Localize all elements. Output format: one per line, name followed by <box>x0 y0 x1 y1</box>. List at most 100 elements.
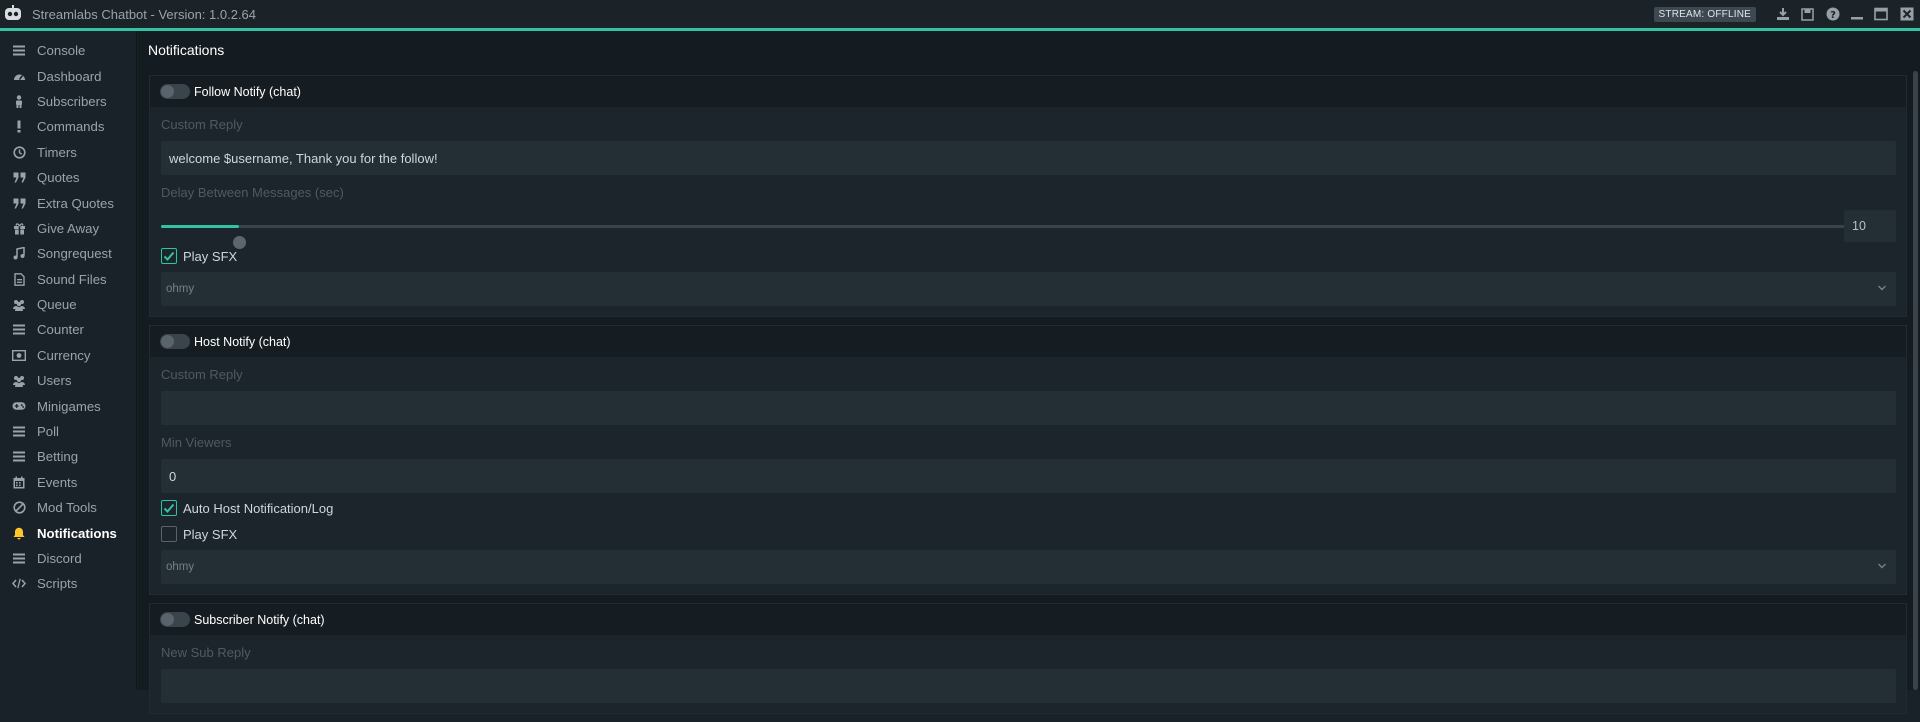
sidebar-item-label: Sound Files <box>37 271 107 287</box>
follow-delay-value-input[interactable]: 10 <box>1844 210 1896 242</box>
sidebar-item-counter[interactable]: Counter <box>0 317 136 342</box>
menu-icon <box>12 44 26 58</box>
gift-icon <box>12 221 26 235</box>
checkmark-icon <box>163 251 175 261</box>
sidebar-item-label: Betting <box>37 449 79 465</box>
menu-icon <box>12 450 26 464</box>
sidebar-item-timers[interactable]: Timers <box>0 140 136 165</box>
sidebar-item-subscribers[interactable]: Subscribers <box>0 89 136 114</box>
notifications-content: Follow Notify (chat) Custom Reply welcom… <box>149 75 1907 722</box>
host-min-viewers-label: Min Viewers <box>161 434 232 450</box>
host-auto-host-checkbox[interactable] <box>161 500 177 516</box>
ban-icon <box>12 501 26 515</box>
minimize-icon[interactable] <box>1846 0 1868 28</box>
sidebar-item-label: Events <box>37 474 78 490</box>
subscriber-new-sub-reply-input[interactable] <box>161 669 1896 703</box>
sidebar-item-console[interactable]: Console <box>0 38 136 63</box>
chevron-down-icon <box>1878 285 1886 291</box>
follow-notify-toggle[interactable] <box>160 84 190 99</box>
host-custom-reply-label: Custom Reply <box>161 366 243 382</box>
host-sound-select[interactable]: ohmy <box>161 550 1896 584</box>
sidebar-item-label: Give Away <box>37 220 100 236</box>
sidebar-item-users[interactable]: Users <box>0 368 136 393</box>
sidebar-item-label: Minigames <box>37 398 101 414</box>
sidebar-item-label: Subscribers <box>37 93 107 109</box>
quote-icon <box>12 171 26 185</box>
host-auto-host-label: Auto Host Notification/Log <box>183 500 334 516</box>
save-icon[interactable] <box>1794 0 1820 28</box>
sidebar-item-minigames[interactable]: Minigames <box>0 393 136 418</box>
exclamation-icon <box>12 120 26 134</box>
subscriber-notify-toggle[interactable] <box>160 612 190 627</box>
sidebar-item-songrequest[interactable]: Songrequest <box>0 241 136 266</box>
sidebar-item-commands[interactable]: Commands <box>0 114 136 139</box>
calendar-icon <box>12 475 26 489</box>
sidebar-item-label: Counter <box>37 322 84 338</box>
sidebar-item-currency[interactable]: Currency <box>0 343 136 368</box>
follow-play-sfx-row[interactable]: Play SFX <box>161 243 1896 269</box>
maximize-icon[interactable] <box>1868 0 1894 28</box>
follow-play-sfx-checkbox[interactable] <box>161 248 177 264</box>
sidebar-item-give-away[interactable]: Give Away <box>0 216 136 241</box>
sidebar-item-mod-tools[interactable]: Mod Tools <box>0 495 136 520</box>
sidebar-item-events[interactable]: Events <box>0 470 136 495</box>
sidebar-item-label: Dashboard <box>37 68 102 84</box>
help-icon[interactable]: ? <box>1820 0 1846 28</box>
sidebar-item-extra-quotes[interactable]: Extra Quotes <box>0 190 136 215</box>
sidebar-item-label: Scripts <box>37 576 78 592</box>
sidebar-item-dashboard[interactable]: Dashboard <box>0 63 136 88</box>
follow-play-sfx-label: Play SFX <box>183 248 238 264</box>
host-min-viewers-input[interactable]: 0 <box>161 459 1896 493</box>
sidebar-item-label: Extra Quotes <box>37 195 114 211</box>
person-icon <box>12 94 26 108</box>
sidebar-item-scripts[interactable]: Scripts <box>0 571 136 596</box>
follow-custom-reply-input[interactable]: welcome $username, Thank you for the fol… <box>161 141 1896 175</box>
follow-delay-slider[interactable] <box>161 225 1846 249</box>
host-auto-host-row[interactable]: Auto Host Notification/Log <box>161 495 1896 521</box>
follow-sound-select[interactable]: ohmy <box>161 272 1896 306</box>
sidebar-item-label: Currency <box>37 347 91 363</box>
host-play-sfx-checkbox[interactable] <box>161 526 177 542</box>
sidebar-item-label: Notifications <box>37 525 117 541</box>
follow-sound-selected: ohmy <box>166 283 195 295</box>
subscriber-notify-header: Subscriber Notify (chat) <box>150 604 1906 635</box>
dashboard-icon <box>12 69 26 83</box>
title-bar: Streamlabs Chatbot - Version: 1.0.2.64 S… <box>0 0 1920 28</box>
sidebar-item-queue[interactable]: Queue <box>0 292 136 317</box>
music-note-icon <box>12 247 26 261</box>
clock-icon <box>12 145 26 159</box>
follow-delay-slider-handle[interactable] <box>232 236 246 249</box>
host-notify-toggle[interactable] <box>160 334 190 349</box>
users-icon <box>12 298 26 312</box>
sidebar-item-poll[interactable]: Poll <box>0 419 136 444</box>
host-custom-reply-input[interactable] <box>161 391 1896 425</box>
sidebar-item-sound-files[interactable]: Sound Files <box>0 267 136 292</box>
subscriber-notify-panel: Subscriber Notify (chat) New Sub Reply <box>149 603 1907 714</box>
menu-icon <box>12 323 26 337</box>
follow-delay-slider-fill <box>161 225 239 228</box>
stream-status-badge: STREAM: OFFLINE <box>1653 6 1756 22</box>
sidebar-item-label: Console <box>37 43 86 59</box>
sidebar-item-notifications[interactable]: Notifications <box>0 520 136 545</box>
sidebar-item-betting[interactable]: Betting <box>0 444 136 469</box>
menu-icon <box>12 552 26 566</box>
sidebar-item-label: Quotes <box>37 170 80 186</box>
subscriber-new-sub-reply-label: New Sub Reply <box>161 644 251 660</box>
sidebar-item-quotes[interactable]: Quotes <box>0 165 136 190</box>
host-notify-header: Host Notify (chat) <box>150 326 1906 357</box>
page-title: Notifications <box>148 42 225 58</box>
host-play-sfx-row[interactable]: Play SFX <box>161 521 1896 547</box>
close-icon[interactable] <box>1894 0 1920 28</box>
download-icon[interactable] <box>1772 0 1794 28</box>
follow-custom-reply-label: Custom Reply <box>161 116 243 132</box>
scrollbar[interactable] <box>1913 71 1918 690</box>
menu-icon <box>12 425 26 439</box>
sidebar-item-discord[interactable]: Discord <box>0 546 136 571</box>
sidebar-item-label: Mod Tools <box>37 500 97 516</box>
sidebar-item-label: Timers <box>37 144 77 160</box>
follow-notify-title: Follow Notify (chat) <box>194 84 301 99</box>
window-title: Streamlabs Chatbot - Version: 1.0.2.64 <box>32 6 257 22</box>
svg-text:?: ? <box>1830 10 1836 21</box>
checkmark-icon <box>163 503 175 513</box>
host-notify-title: Host Notify (chat) <box>194 334 291 349</box>
